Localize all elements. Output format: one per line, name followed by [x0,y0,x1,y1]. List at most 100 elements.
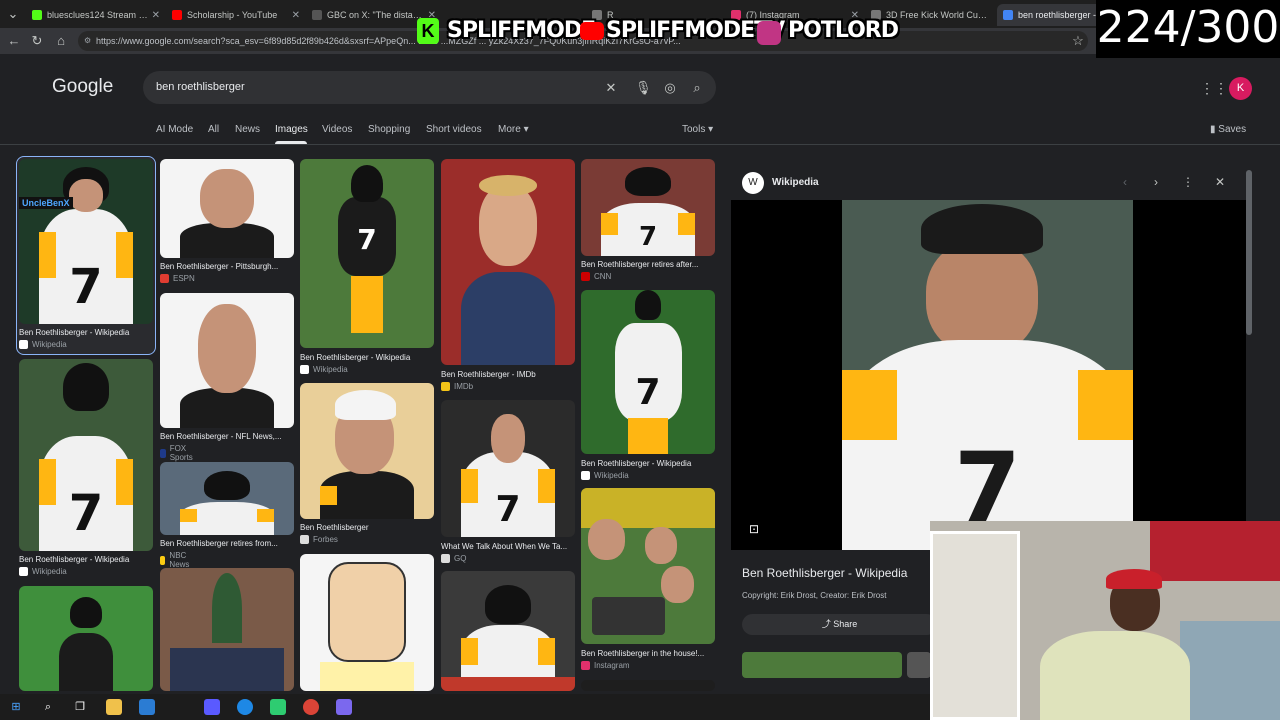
related-thumbnail[interactable] [907,652,931,678]
imdb-icon [441,382,450,391]
forbes-icon [300,535,309,544]
share-button[interactable]: ⤴ Share [742,614,937,635]
google-apps-icon[interactable]: ⋮⋮ [1200,80,1228,96]
result-title[interactable]: Ben Roethlisberger - NFL News,... [160,432,296,441]
more-options-icon[interactable]: ⋮ [1181,175,1195,189]
search-box[interactable]: ben roethlisberger ✕ 🎙 ◎ ⌕ [143,71,716,104]
microphone-icon[interactable]: 🎙 [635,80,652,96]
result-source[interactable]: Wikipedia [19,340,67,349]
panel-title[interactable]: Ben Roethlisberger - Wikipedia [742,566,907,580]
app-icon[interactable] [204,699,220,715]
site-info-icon[interactable]: ⚙ [84,31,91,51]
result-source[interactable]: Instagram [581,661,630,670]
task-view-icon[interactable]: ❐ [72,699,88,715]
result-thumbnail[interactable] [160,159,294,258]
google-lens-icon[interactable]: ⊡ [746,521,762,537]
tab-news[interactable]: News [235,124,260,135]
google-lens-icon[interactable]: ◎ [662,80,678,96]
search-input[interactable]: ben roethlisberger [156,71,245,104]
result-thumbnail[interactable]: 7 [581,290,715,454]
clear-search-icon[interactable]: ✕ [603,80,619,96]
result-thumbnail[interactable]: 7 [300,159,434,348]
wikipedia-icon: W [742,172,764,194]
result-source[interactable]: Wikipedia [300,365,348,374]
close-icon[interactable]: ✕ [1213,175,1227,189]
wikipedia-icon [19,567,28,576]
wikipedia-icon [19,340,28,349]
result-thumbnail[interactable] [581,488,715,644]
result-source[interactable]: FOX Sports [160,444,196,462]
tab-search-chevron-icon[interactable]: ⌄ [5,6,21,22]
result-thumbnail[interactable] [160,568,294,691]
result-title[interactable]: Ben Roethlisberger - Wikipedia [300,353,436,362]
edge-icon[interactable] [237,699,253,715]
result-thumbnail[interactable]: 7 [19,359,153,551]
browser-tab[interactable]: bluesclues124 Stream - Wa ✕ [26,4,166,26]
result-thumbnail[interactable]: 7 [441,400,575,537]
result-source[interactable]: Forbes [300,535,338,544]
result-title[interactable]: Ben Roethlisberger retires from... [160,539,296,548]
result-title[interactable]: Ben Roethlisberger - Pittsburgh... [160,262,296,271]
result-thumbnail[interactable] [300,554,434,691]
chrome-icon[interactable] [303,699,319,715]
panel-scrollbar[interactable] [1246,170,1252,335]
file-explorer-icon[interactable] [106,699,122,715]
tab-shopping[interactable]: Shopping [368,124,410,135]
result-source[interactable]: ESPN [160,274,195,283]
back-arrow-icon[interactable]: ← [6,33,22,49]
close-tab-icon[interactable]: ✕ [292,10,300,21]
result-thumbnail[interactable] [441,159,575,365]
result-source[interactable]: CNN [581,272,611,281]
result-source[interactable]: Wikipedia [581,471,629,480]
search-icon[interactable]: ⌕ [689,80,705,96]
google-logo[interactable]: Google [52,76,113,98]
result-title[interactable]: Ben Roethlisberger - IMDb [441,370,577,379]
reload-icon[interactable]: ↻ [29,33,45,49]
result-thumbnail[interactable] [160,293,294,428]
result-thumbnail[interactable]: 7 [581,159,715,256]
preview-image[interactable]: 7 [731,200,1246,550]
result-thumbnail[interactable]: 7 UncleBenX [19,159,153,324]
panel-copyright: Copyright: Erik Drost, Creator: Erik Dro… [742,591,887,600]
account-avatar[interactable]: K [1229,77,1252,100]
related-thumbnail[interactable] [742,652,902,678]
result-thumbnail[interactable] [300,383,434,519]
result-title[interactable]: Ben Roethlisberger - Wikipedia [19,555,155,564]
tab-short-videos[interactable]: Short videos [426,124,482,135]
bookmark-star-icon[interactable]: ☆ [1070,33,1086,49]
mail-icon[interactable] [139,699,155,715]
saves-button[interactable]: ▮ Saves [1210,124,1246,135]
home-icon[interactable]: ⌂ [53,33,69,49]
windows-start-icon[interactable]: ⊞ [8,699,24,715]
result-title[interactable]: Ben Roethlisberger - Wikipedia [19,328,155,337]
result-source[interactable]: NBC News [160,551,193,569]
next-icon[interactable]: › [1149,175,1163,189]
youtube-icon [172,10,182,20]
result-source[interactable]: IMDb [441,382,473,391]
previous-icon[interactable]: ‹ [1118,175,1132,189]
result-title[interactable]: Ben Roethlisberger retires after... [581,260,717,269]
result-title[interactable]: Ben Roethlisberger [300,523,436,532]
tab-all[interactable]: All [208,124,219,135]
result-source[interactable]: GQ [441,554,466,563]
search-icon[interactable]: ⌕ [40,699,56,715]
close-tab-icon[interactable]: ✕ [152,10,160,21]
tab-ai-mode[interactable]: AI Mode [156,124,193,135]
tab-more[interactable]: More ▾ [498,124,529,135]
result-source[interactable]: Wikipedia [19,567,67,576]
panel-source-name[interactable]: Wikipedia [772,177,819,188]
result-thumbnail[interactable] [441,571,575,691]
result-title[interactable]: Ben Roethlisberger in the house!... [581,649,717,658]
browser-tab[interactable]: Scholarship - YouTube ✕ [166,4,306,26]
result-thumbnail[interactable] [160,462,294,535]
app-icon[interactable] [270,699,286,715]
result-title[interactable]: Ben Roethlisberger - Wikipedia [581,459,717,468]
streamer-badge: UncleBenX [19,197,73,209]
tab-images[interactable]: Images [275,124,308,135]
result-title[interactable]: What We Talk About When We Ta... [441,542,577,551]
app-icon[interactable] [336,699,352,715]
tools-button[interactable]: Tools ▾ [682,124,713,135]
result-thumbnail[interactable] [581,680,715,691]
tab-videos[interactable]: Videos [322,124,352,135]
result-thumbnail[interactable] [19,586,153,691]
